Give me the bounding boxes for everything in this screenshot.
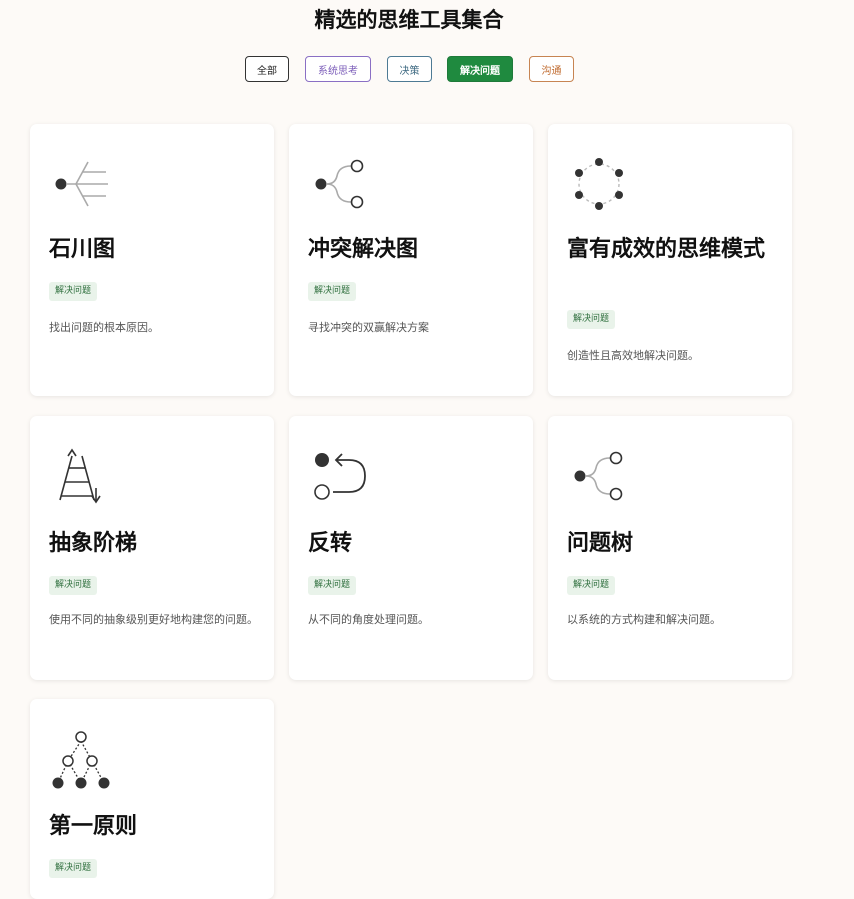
category-tag: 解决问题 xyxy=(308,282,357,301)
tool-card-issue-tree[interactable]: 问题树 解决问题 以系统的方式构建和解决问题。 xyxy=(548,416,792,680)
card-description: 寻找冲突的双赢解决方案 xyxy=(308,321,429,334)
issue-tree-icon xyxy=(574,451,623,501)
category-tag: 解决问题 xyxy=(49,859,98,878)
card-title: 第一原则 xyxy=(49,814,138,839)
tool-card-first-principles[interactable]: 第一原则 解决问题 xyxy=(30,699,274,899)
node-tree-icon xyxy=(52,731,110,789)
card-description: 创造性且高效地解决问题。 xyxy=(567,349,699,362)
card-description: 以系统的方式构建和解决问题。 xyxy=(567,613,721,626)
card-description: 从不同的角度处理问题。 xyxy=(308,613,429,626)
branch-fork-icon xyxy=(315,159,364,209)
category-tag: 解决问题 xyxy=(49,576,98,595)
card-title: 石川图 xyxy=(49,237,116,262)
card-title: 问题树 xyxy=(567,531,634,556)
category-tag: 解决问题 xyxy=(49,282,98,301)
card-title: 反转 xyxy=(308,531,353,556)
tool-card-ishikawa[interactable]: 石川图 解决问题 找出问题的根本原因。 xyxy=(30,124,274,396)
filter-all-button[interactable]: 全部 xyxy=(245,56,289,82)
tool-card-conflict-resolution[interactable]: 冲突解决图 解决问题 寻找冲突的双赢解决方案 xyxy=(289,124,533,396)
card-title: 富有成效的思维模式 xyxy=(567,237,766,262)
tool-card-inversion[interactable]: 反转 解决问题 从不同的角度处理问题。 xyxy=(289,416,533,680)
card-description: 找出问题的根本原因。 xyxy=(49,321,159,334)
filter-decision-button[interactable]: 决策 xyxy=(387,56,432,82)
category-tag: 解决问题 xyxy=(567,576,616,595)
category-tag: 解决问题 xyxy=(567,310,616,329)
filter-problem-solving-button[interactable]: 解决问题 xyxy=(447,56,513,82)
inversion-loop-icon xyxy=(314,453,366,500)
category-tag: 解决问题 xyxy=(308,576,357,595)
filter-systems-thinking-button[interactable]: 系统思考 xyxy=(305,56,371,82)
page-title: 精选的思维工具集合 xyxy=(314,8,504,32)
tool-card-productive-thinking[interactable]: 富有成效的思维模式 解决问题 创造性且高效地解决问题。 xyxy=(548,124,792,396)
ladder-icon xyxy=(59,448,101,504)
dotted-circle-icon xyxy=(575,158,623,210)
fishbone-icon xyxy=(55,161,108,207)
card-title: 冲突解决图 xyxy=(308,237,419,262)
filter-communication-button[interactable]: 沟通 xyxy=(529,56,574,82)
card-description: 使用不同的抽象级别更好地构建您的问题。 xyxy=(49,613,258,626)
card-title: 抽象阶梯 xyxy=(49,531,138,556)
tool-card-abstraction-ladder[interactable]: 抽象阶梯 解决问题 使用不同的抽象级别更好地构建您的问题。 xyxy=(30,416,274,680)
